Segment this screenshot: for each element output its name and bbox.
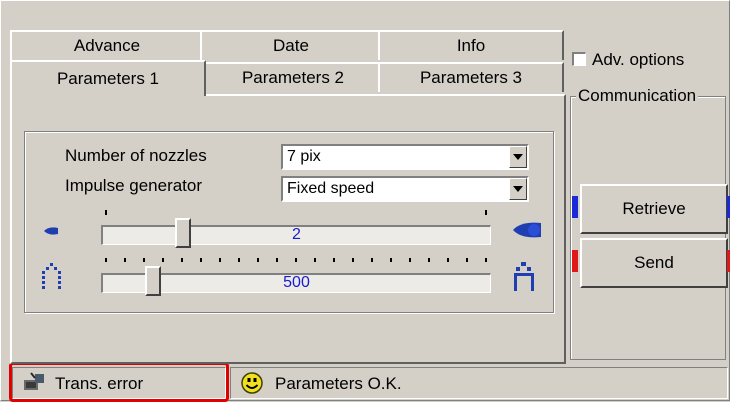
large-nozzle-icon [511,220,543,245]
tab-parameters-1-label: Parameters 1 [56,69,160,88]
nozzle-slider-value: 2 [292,226,301,243]
chevron-down-icon[interactable] [509,178,527,200]
spacing-slider-tick [466,258,468,262]
wide-spacing-icon [513,262,535,297]
impulse-value: Fixed speed [287,180,375,197]
slider1-tick [105,210,107,215]
spacing-slider-tick [447,258,449,262]
nozzles-value: 7 pix [287,148,321,165]
impulse-select[interactable]: Fixed speed [281,176,529,202]
tab-advance[interactable]: Advance [10,30,204,60]
tab-date[interactable]: Date [200,30,382,60]
tab-info-label: Info [456,36,486,55]
narrow-spacing-icon [41,262,63,295]
nozzles-select[interactable]: 7 pix [281,144,529,170]
spacing-slider-tick [352,258,354,262]
retrieve-button[interactable]: Retrieve [580,184,728,234]
spacing-slider-tick [219,258,221,262]
spacing-slider-tick [371,258,373,262]
tab-parameters-3[interactable]: Parameters 3 [378,62,564,92]
tab-parameters-2-label: Parameters 2 [241,68,345,87]
parameters-status: Parameters O.K. [230,367,728,399]
send-label: Send [634,253,674,272]
spacing-slider-value: 500 [283,274,310,291]
spacing-slider-tick [238,258,240,262]
smiley-icon [241,372,263,399]
parameters-group: Number of nozzles 7 pix Impulse generato… [24,131,554,313]
tab-advance-label: Advance [73,36,141,55]
spacing-slider-tick [162,258,164,262]
spacing-slider-tick [181,258,183,262]
send-accent-left [572,250,578,272]
tab-parameters-2[interactable]: Parameters 2 [204,62,382,92]
spacing-slider-tick [124,258,126,262]
adv-options-checkbox[interactable] [572,52,586,66]
spacing-slider-tick [143,258,145,262]
parameters-status-text: Parameters O.K. [275,374,402,393]
tab-date-label: Date [273,36,309,55]
spacing-slider-tick [409,258,411,262]
spacing-slider-tick [485,258,487,262]
impulse-label: Impulse generator [65,176,203,195]
spacing-slider-tick [105,258,107,262]
adv-options-label: Adv. options [592,50,685,69]
nozzle-slider-thumb[interactable] [175,218,191,248]
spacing-slider-thumb[interactable] [145,266,161,296]
retrieve-label: Retrieve [622,199,686,218]
spacing-slider-tick [200,258,202,262]
spacing-slider-tick [333,258,335,262]
send-button[interactable]: Send [580,238,728,288]
small-nozzle-icon [43,224,59,242]
retrieve-accent-left [572,196,578,218]
spacing-slider-tick [295,258,297,262]
spacing-slider-tick [314,258,316,262]
spacing-slider-tick [257,258,259,262]
chevron-down-icon[interactable] [509,146,527,168]
tab-parameters-3-label: Parameters 3 [419,68,523,87]
nozzles-label: Number of nozzles [65,146,207,165]
slider1-tick [485,210,487,215]
error-highlight [9,362,229,402]
parameters-panel: Number of nozzles 7 pix Impulse generato… [10,94,566,364]
tab-parameters-1[interactable]: Parameters 1 [10,60,206,96]
communication-label: Communication [576,86,699,106]
spacing-slider-tick [276,258,278,262]
tab-info[interactable]: Info [378,30,564,60]
spacing-slider-tick [390,258,392,262]
nozzle-slider[interactable]: 2 [101,225,491,245]
spacing-slider-tick [428,258,430,262]
